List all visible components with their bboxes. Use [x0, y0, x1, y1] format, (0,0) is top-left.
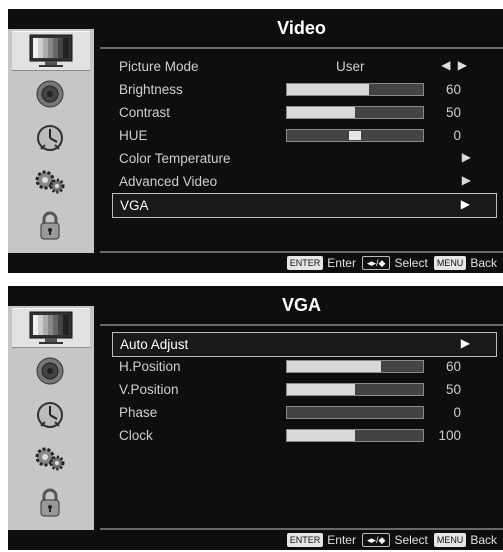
sidebar-category-1[interactable]	[22, 75, 78, 113]
select-hint: Select	[394, 256, 428, 270]
sidebar-category-2[interactable]	[22, 119, 78, 157]
menu-item-label: Phase	[119, 405, 158, 420]
menu-item-picture-mode[interactable]: Picture Mode User ◀ ▶	[112, 55, 497, 78]
speaker-icon	[35, 356, 65, 386]
sidebar-category-3[interactable]	[22, 440, 78, 478]
slider-fill	[287, 84, 369, 95]
menu-item-label: H.Position	[119, 359, 181, 374]
menu-key: MENU	[433, 256, 467, 270]
speaker-icon	[35, 79, 65, 109]
menu-item-vga[interactable]: VGA ▶	[112, 193, 497, 218]
gears-icon	[33, 168, 67, 196]
menu-item-value: 50	[445, 105, 461, 120]
back-hint: Back	[470, 533, 497, 547]
sidebar-category-4[interactable]	[22, 207, 78, 245]
slider-knob[interactable]	[349, 131, 361, 140]
menu-item-clock[interactable]: Clock 100	[112, 424, 497, 447]
menu-title: VGA	[281, 294, 321, 315]
sidebar-category-0[interactable]	[12, 308, 90, 348]
sidebar-category-1[interactable]	[22, 352, 78, 390]
menu-item-brightness[interactable]: Brightness 60	[112, 78, 497, 101]
sidebar-category-3[interactable]	[22, 163, 78, 201]
sidebar-category-4[interactable]	[22, 484, 78, 522]
divider	[100, 324, 503, 326]
menu-item-label: Brightness	[119, 82, 183, 97]
enter-hint: Enter	[327, 533, 356, 547]
menu-item-phase[interactable]: Phase 0	[112, 401, 497, 424]
navigate-key: ◂▸/◆	[361, 533, 391, 547]
select-hint: Select	[394, 533, 428, 547]
menu-item-value: 60	[445, 359, 461, 374]
navigate-key: ◂▸/◆	[361, 256, 391, 270]
slider-fill	[287, 107, 355, 118]
clock-icon	[35, 400, 65, 430]
menu-item-label: VGA	[120, 198, 149, 213]
padlock-icon	[37, 210, 63, 242]
menu-item-value: 50	[445, 382, 461, 397]
slider-fill	[287, 361, 381, 372]
gears-icon	[33, 445, 67, 473]
menu-item-label: Advanced Video	[119, 174, 218, 189]
submenu-arrow-icon: ▶	[460, 336, 470, 350]
vga-menu: VGA ENTER Enter ◂▸/◆ Select MENU Back Au…	[8, 286, 503, 550]
slider-fill	[287, 384, 355, 395]
menu-item-label: V.Position	[119, 382, 179, 397]
menu-item-label: Contrast	[119, 105, 171, 120]
menu-item-label: HUE	[119, 128, 148, 143]
video-menu: Video ENTER Enter ◂▸/◆ Select MENU Back …	[8, 9, 503, 273]
menu-item-value: 0	[453, 405, 461, 420]
menu-item-advanced-video[interactable]: Advanced Video ▶	[112, 170, 497, 193]
submenu-arrow-icon: ▶	[461, 173, 471, 187]
tv-picture-icon	[29, 34, 73, 68]
slider-fill	[287, 430, 355, 441]
divider	[100, 47, 503, 49]
clock-icon	[35, 123, 65, 153]
menu-item-color-temperature[interactable]: Color Temperature ▶	[112, 147, 497, 170]
sidebar-category-2[interactable]	[22, 396, 78, 434]
menu-title: Video	[277, 17, 326, 38]
key-hint-bar: ENTER Enter ◂▸/◆ Select MENU Back	[100, 253, 503, 273]
menu-item-value: 100	[438, 428, 461, 443]
enter-key: ENTER	[286, 256, 324, 270]
menu-item-label: Clock	[119, 428, 153, 443]
menu-item-label: Color Temperature	[119, 151, 231, 166]
menu-item-label: Picture Mode	[119, 59, 199, 74]
tv-picture-icon	[29, 311, 73, 345]
menu-item-contrast[interactable]: Contrast 50	[112, 101, 497, 124]
menu-item-value: User	[336, 59, 365, 74]
menu-item-hue[interactable]: HUE 0	[112, 124, 497, 147]
sidebar-category-0[interactable]	[12, 31, 90, 71]
key-hint-bar: ENTER Enter ◂▸/◆ Select MENU Back	[100, 530, 503, 550]
menu-item-value: 60	[445, 82, 461, 97]
submenu-arrow-icon: ▶	[461, 150, 471, 164]
padlock-icon	[37, 487, 63, 519]
menu-item-v-position[interactable]: V.Position 50	[112, 378, 497, 401]
menu-item-value: 0	[453, 128, 461, 143]
menu-item-h-position[interactable]: H.Position 60	[112, 355, 497, 378]
left-right-arrows-icon[interactable]: ◀ ▶	[441, 58, 469, 72]
enter-hint: Enter	[327, 256, 356, 270]
menu-key: MENU	[433, 533, 467, 547]
back-hint: Back	[470, 256, 497, 270]
enter-key: ENTER	[286, 533, 324, 547]
menu-item-auto-adjust[interactable]: Auto Adjust ▶	[112, 332, 497, 357]
submenu-arrow-icon: ▶	[460, 197, 470, 211]
menu-item-label: Auto Adjust	[120, 337, 189, 352]
